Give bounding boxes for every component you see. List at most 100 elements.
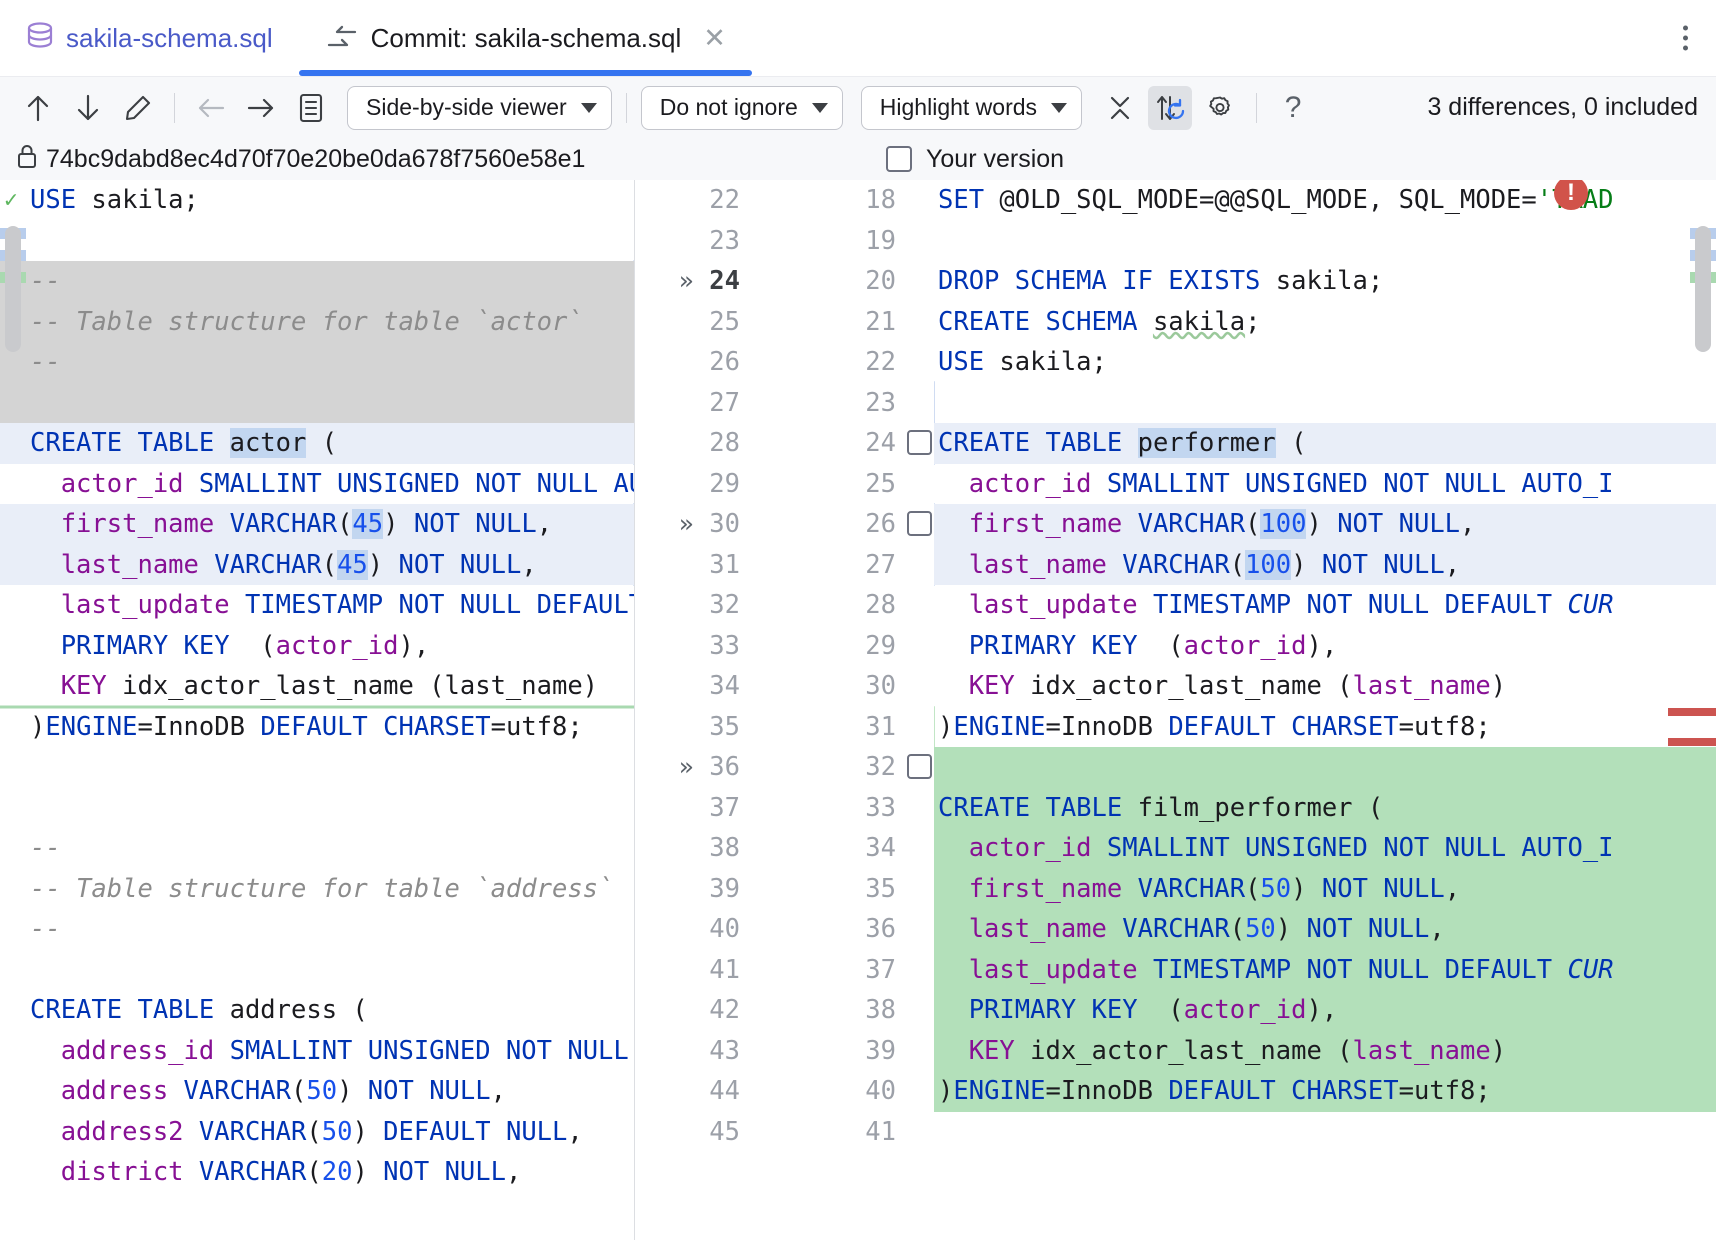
right-code-pane[interactable]: SET @OLD_SQL_MODE=@@SQL_MODE, SQL_MODE='… <box>934 180 1716 1240</box>
code-line[interactable]: KEY idx_actor_last_name (last_name) <box>934 666 1716 707</box>
code-line[interactable]: first_name VARCHAR(50) NOT NULL, <box>934 869 1716 910</box>
code-line[interactable]: district VARCHAR(20) NOT NULL, <box>0 1152 634 1193</box>
code-line[interactable]: address2 VARCHAR(50) DEFAULT NULL, <box>0 1112 634 1153</box>
ignore-mode-dropdown[interactable]: Do not ignore <box>641 86 843 130</box>
collapse-unchanged-icon[interactable] <box>1098 86 1142 130</box>
left-pane-header: 74bc9dabd8ec4d70f70e20be0da678f7560e58e1 <box>16 143 585 176</box>
code-line[interactable] <box>0 221 634 262</box>
code-line[interactable]: )ENGINE=InnoDB DEFAULT CHARSET=utf8; <box>934 707 1716 748</box>
right-line-number: 18 <box>865 180 896 221</box>
code-line[interactable]: first_name VARCHAR(45) NOT NULL, <box>0 504 634 545</box>
gutter-row: 3228 <box>634 585 934 626</box>
code-line[interactable]: KEY idx_actor_last_name (last_name) <box>0 666 634 707</box>
code-line[interactable]: first_name VARCHAR(100) NOT NULL, <box>934 504 1716 545</box>
code-line[interactable] <box>0 383 634 424</box>
code-line[interactable] <box>0 950 634 991</box>
code-token: ) <box>1276 914 1307 944</box>
left-code-pane[interactable]: ✓USE sakila; ---- Table structure for ta… <box>0 180 634 1240</box>
code-token: CUR <box>1567 955 1613 985</box>
code-token: sakila <box>1153 307 1245 337</box>
right-line-number: 38 <box>865 990 896 1031</box>
code-line[interactable]: actor_id SMALLINT UNSIGNED NOT NULL AUTO… <box>934 828 1716 869</box>
tab-sakila-schema-sql[interactable]: sakila-schema.sql <box>0 0 299 76</box>
include-change-checkbox[interactable] <box>907 754 932 779</box>
code-line[interactable]: CREATE SCHEMA sakila; <box>934 302 1716 343</box>
code-line[interactable]: ✓USE sakila; <box>0 180 634 221</box>
code-line[interactable]: -- Table structure for table `address` <box>0 869 634 910</box>
code-line[interactable]: -- <box>0 828 634 869</box>
code-line[interactable]: -- <box>0 342 634 383</box>
synchronize-scrolling-icon[interactable] <box>1148 86 1192 130</box>
code-line[interactable]: CREATE TABLE film_performer ( <box>934 788 1716 829</box>
right-scrollbar-thumb[interactable] <box>1695 226 1711 352</box>
gutter-row: 2723 <box>634 383 934 424</box>
gear-icon[interactable] <box>1198 86 1242 130</box>
code-line[interactable]: last_name VARCHAR(45) NOT NULL, <box>0 545 634 586</box>
right-scrollbar[interactable] <box>1690 180 1716 1240</box>
code-token: actor <box>230 428 307 458</box>
code-line[interactable]: USE sakila; <box>934 342 1716 383</box>
code-token: ) <box>383 509 414 539</box>
code-line[interactable]: CREATE TABLE actor ( <box>0 423 634 464</box>
more-actions-icon[interactable] <box>1677 20 1694 57</box>
highlight-mode-dropdown[interactable]: Highlight words <box>861 86 1082 130</box>
code-line[interactable]: last_name VARCHAR(100) NOT NULL, <box>934 545 1716 586</box>
code-token: VARCHAR <box>184 1117 307 1147</box>
code-line[interactable]: PRIMARY KEY (actor_id), <box>934 990 1716 1031</box>
code-line[interactable]: PRIMARY KEY (actor_id), <box>0 626 634 667</box>
right-line-number: 29 <box>865 626 896 667</box>
code-line[interactable] <box>0 788 634 829</box>
apply-left-icon[interactable] <box>189 86 233 130</box>
include-change-checkbox[interactable] <box>907 430 932 455</box>
close-icon[interactable]: ✕ <box>703 25 726 52</box>
help-label: ? <box>1285 91 1302 125</box>
code-line[interactable]: SET @OLD_SQL_MODE=@@SQL_MODE, SQL_MODE='… <box>934 180 1716 221</box>
editor-settings-icon[interactable] <box>289 86 333 130</box>
right-line-number: 39 <box>865 1031 896 1072</box>
code-line[interactable]: last_name VARCHAR(50) NOT NULL, <box>934 909 1716 950</box>
help-icon[interactable]: ? <box>1271 86 1315 130</box>
apply-change-icon[interactable]: » <box>679 261 694 302</box>
code-line[interactable]: address VARCHAR(50) NOT NULL, <box>0 1071 634 1112</box>
previous-difference-icon[interactable] <box>16 86 60 130</box>
left-scrollbar-thumb[interactable] <box>5 226 21 352</box>
code-line[interactable]: last_update TIMESTAMP NOT NULL DEFAULT C… <box>934 585 1716 626</box>
next-difference-icon[interactable] <box>66 86 110 130</box>
code-line[interactable]: last_update TIMESTAMP NOT NULL DEFAULT C… <box>934 950 1716 991</box>
code-token: ) <box>1291 550 1322 580</box>
code-line[interactable]: )ENGINE=InnoDB DEFAULT CHARSET=utf8; <box>934 1071 1716 1112</box>
apply-change-icon[interactable]: » <box>679 747 694 788</box>
right-pane-header: Your version <box>886 145 1064 174</box>
left-scrollbar[interactable] <box>0 180 26 1240</box>
code-line[interactable]: KEY idx_actor_last_name (last_name) <box>934 1031 1716 1072</box>
tab-commit-sakila-schema-sql[interactable]: Commit: sakila-schema.sql ✕ <box>299 0 752 76</box>
code-token: , <box>1445 550 1460 580</box>
code-line[interactable]: -- <box>0 261 634 302</box>
code-line[interactable]: )ENGINE=InnoDB DEFAULT CHARSET=utf8; <box>0 707 634 748</box>
code-line[interactable]: DROP SCHEMA IF EXISTS sakila; <box>934 261 1716 302</box>
code-line[interactable]: -- Table structure for table `actor` <box>0 302 634 343</box>
code-token: ), <box>1306 995 1337 1025</box>
code-line[interactable] <box>934 383 1716 424</box>
code-line[interactable] <box>934 221 1716 262</box>
code-line[interactable]: CREATE TABLE performer ( <box>934 423 1716 464</box>
code-line[interactable]: address_id SMALLINT UNSIGNED NOT NULL AU <box>0 1031 634 1072</box>
left-line-number: 22 <box>709 180 740 221</box>
edit-icon[interactable] <box>116 86 160 130</box>
code-token: VARCHAR <box>1107 914 1230 944</box>
apply-change-icon[interactable]: » <box>679 504 694 545</box>
include-change-checkbox[interactable] <box>907 511 932 536</box>
code-line[interactable]: CREATE TABLE address ( <box>0 990 634 1031</box>
code-line[interactable] <box>934 747 1716 788</box>
gutter-row: 4541 <box>634 1112 934 1153</box>
code-line[interactable] <box>934 1112 1716 1153</box>
code-line[interactable] <box>0 747 634 788</box>
code-line[interactable]: -- <box>0 909 634 950</box>
code-line[interactable]: PRIMARY KEY (actor_id), <box>934 626 1716 667</box>
code-line[interactable]: actor_id SMALLINT UNSIGNED NOT NULL AUTO <box>0 464 634 505</box>
viewer-mode-dropdown[interactable]: Side-by-side viewer <box>347 86 612 130</box>
code-line[interactable]: actor_id SMALLINT UNSIGNED NOT NULL AUTO… <box>934 464 1716 505</box>
apply-right-icon[interactable] <box>239 86 283 130</box>
code-line[interactable]: last_update TIMESTAMP NOT NULL DEFAULT C <box>0 585 634 626</box>
include-all-checkbox[interactable] <box>886 146 912 172</box>
